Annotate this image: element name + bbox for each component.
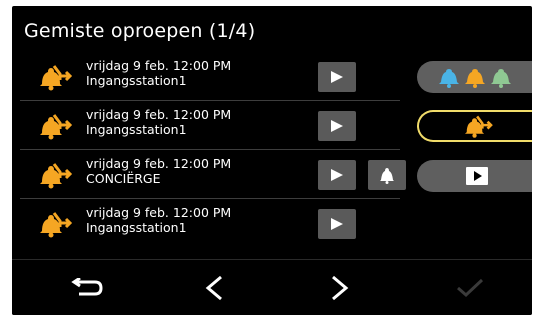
- play-icon: [331, 71, 343, 83]
- call-date: vrijdag 9 feb. 12:00 PM: [86, 107, 232, 122]
- next-page-button[interactable]: [310, 268, 370, 308]
- missed-call-icon: [40, 212, 73, 238]
- play-button[interactable]: [318, 209, 356, 239]
- play-icon: [331, 169, 343, 181]
- call-row-4[interactable]: vrijdag 9 feb. 12:00 PM Ingangsstation1: [20, 199, 400, 248]
- checkmark-icon: [457, 278, 484, 298]
- call-date: vrijdag 9 feb. 12:00 PM: [86, 205, 232, 220]
- call-list: vrijdag 9 feb. 12:00 PM Ingangsstation1 …: [20, 52, 406, 248]
- missed-call-icon: [40, 114, 73, 140]
- play-icon: [466, 167, 488, 185]
- all-calls-filter-button[interactable]: [417, 61, 532, 93]
- missed-call-icon: [465, 115, 493, 138]
- call-row-2[interactable]: vrijdag 9 feb. 12:00 PM Ingangsstation1: [20, 101, 400, 150]
- call-station: Ingangsstation1: [86, 220, 187, 235]
- play-button[interactable]: [318, 111, 356, 141]
- call-date: vrijdag 9 feb. 12:00 PM: [86, 156, 232, 171]
- chevron-left-icon: [205, 275, 222, 301]
- page-title: Gemiste oproepen (1/4): [24, 20, 256, 42]
- three-bells-icon: [439, 69, 511, 88]
- bell-button[interactable]: [368, 160, 406, 190]
- missed-calls-filter-button[interactable]: [417, 110, 532, 142]
- call-station: CONCIËRGE: [86, 171, 161, 186]
- previous-page-button[interactable]: [184, 268, 244, 308]
- bell-icon: [380, 168, 394, 184]
- call-station: Ingangsstation1: [86, 122, 187, 137]
- recorded-calls-filter-button[interactable]: [417, 160, 532, 192]
- play-button[interactable]: [318, 62, 356, 92]
- call-row-1[interactable]: vrijdag 9 feb. 12:00 PM Ingangsstation1: [20, 52, 400, 101]
- confirm-button[interactable]: [440, 268, 500, 308]
- call-station: Ingangsstation1: [86, 73, 187, 88]
- call-date: vrijdag 9 feb. 12:00 PM: [86, 58, 232, 73]
- missed-call-icon: [40, 163, 73, 189]
- bottom-navigation: [12, 259, 532, 315]
- missed-call-icon: [40, 65, 73, 91]
- back-arrow-icon: [71, 278, 103, 296]
- missed-calls-screen: Gemiste oproepen (1/4) vrijdag 9 feb. 12…: [12, 6, 532, 315]
- play-button[interactable]: [318, 160, 356, 190]
- call-row-3[interactable]: vrijdag 9 feb. 12:00 PM CONCIËRGE: [20, 150, 406, 199]
- play-icon: [331, 120, 343, 132]
- back-button[interactable]: [56, 268, 116, 308]
- chevron-right-icon: [332, 275, 349, 301]
- play-icon: [331, 218, 343, 230]
